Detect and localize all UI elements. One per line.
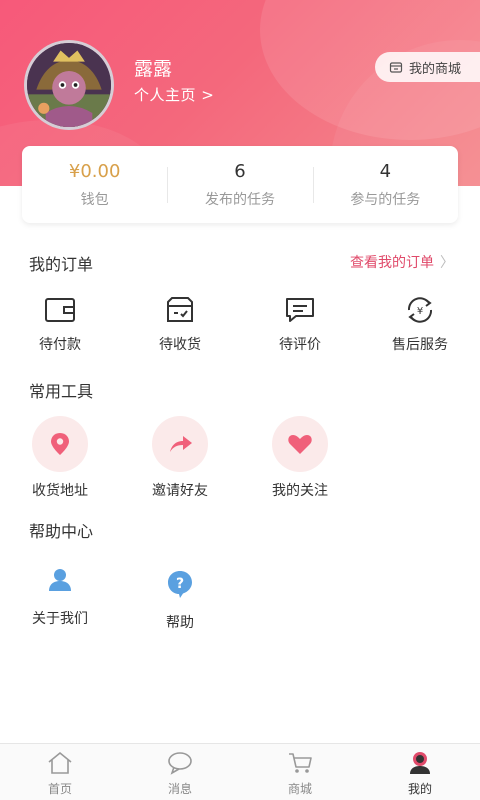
stat-published-tasks[interactable]: 6 发布的任务 — [167, 161, 312, 209]
refund-icon: ¥ — [407, 297, 433, 323]
order-pending-receipt[interactable]: 待收货 — [120, 296, 240, 354]
tab-label: 我的 — [407, 782, 432, 796]
question-icon: ? — [168, 571, 192, 598]
help-label: 帮助 — [166, 615, 194, 631]
avatar-image — [27, 43, 111, 127]
svg-text:¥: ¥ — [417, 306, 423, 317]
heart-icon — [288, 435, 312, 454]
tools-section-title: 常用工具 — [29, 382, 94, 401]
stat-label: 发布的任务 — [204, 191, 275, 208]
person-icon — [49, 569, 71, 591]
tool-shipping-address[interactable]: 收货地址 — [0, 416, 120, 500]
stat-value: 4 — [379, 160, 392, 182]
help-help[interactable]: ? 帮助 — [120, 564, 240, 632]
stats-card: ¥0.00 钱包 6 发布的任务 4 参与的任务 — [22, 146, 458, 223]
wallet-icon — [45, 298, 75, 322]
stat-value: ¥0.00 — [68, 160, 121, 182]
tab-shop[interactable]: 商城 — [240, 744, 360, 800]
order-label: 待收货 — [159, 337, 201, 353]
avatar[interactable] — [24, 40, 114, 130]
cart-icon — [289, 753, 312, 773]
tool-label: 收货地址 — [32, 483, 88, 499]
location-pin-icon — [51, 433, 69, 455]
tool-my-follows[interactable]: 我的关注 — [240, 416, 360, 500]
tab-messages[interactable]: 消息 — [120, 744, 240, 800]
stat-label: 钱包 — [80, 191, 109, 208]
share-arrow-icon — [170, 436, 192, 452]
stat-label: 参与的任务 — [350, 191, 421, 208]
tool-label: 邀请好友 — [152, 483, 208, 499]
stat-joined-tasks[interactable]: 4 参与的任务 — [312, 160, 458, 209]
view-all-orders-label: 查看我的订单 — [350, 255, 434, 271]
order-pending-payment[interactable]: 待付款 — [0, 296, 120, 354]
order-label: 售后服务 — [392, 337, 448, 353]
order-after-sales[interactable]: ¥ 售后服务 — [360, 296, 480, 354]
shop-icon — [389, 62, 403, 73]
tool-invite-friends[interactable]: 邀请好友 — [120, 416, 240, 500]
view-all-orders-link[interactable]: 查看我的订单 〉 — [350, 252, 454, 272]
user-icon — [410, 752, 430, 774]
home-icon — [48, 751, 72, 774]
orders-row: 待付款 待收货 待评价 ¥ 售后服务 — [0, 296, 480, 356]
bottom-tab-bar: 首页 消息 商城 我的 — [0, 743, 480, 800]
help-section-title: 帮助中心 — [29, 522, 94, 541]
comment-icon — [286, 298, 314, 322]
chevron-right-icon: 〉 — [440, 255, 454, 271]
order-pending-review[interactable]: 待评价 — [240, 296, 360, 354]
tab-label: 首页 — [47, 782, 72, 796]
help-about-us[interactable]: 关于我们 — [0, 560, 120, 628]
stat-value: 6 — [234, 160, 246, 182]
tab-label: 消息 — [167, 782, 192, 796]
homepage-link[interactable]: 个人主页 > — [134, 84, 214, 105]
orders-section-title: 我的订单 — [29, 255, 94, 274]
tab-label: 商城 — [287, 782, 312, 796]
help-label: 关于我们 — [32, 611, 88, 627]
svg-text:?: ? — [176, 576, 184, 592]
order-label: 待评价 — [279, 337, 321, 353]
tool-label: 我的关注 — [272, 483, 328, 499]
username: 露露 — [134, 58, 173, 80]
package-icon — [167, 297, 193, 322]
my-shop-label: 我的商城 — [409, 61, 462, 77]
my-shop-button[interactable]: 我的商城 — [375, 52, 480, 82]
tab-mine[interactable]: 我的 — [360, 744, 480, 800]
message-icon — [168, 752, 192, 775]
stat-wallet[interactable]: ¥0.00 钱包 — [22, 161, 167, 209]
order-label: 待付款 — [39, 337, 81, 353]
tab-home[interactable]: 首页 — [0, 744, 120, 800]
